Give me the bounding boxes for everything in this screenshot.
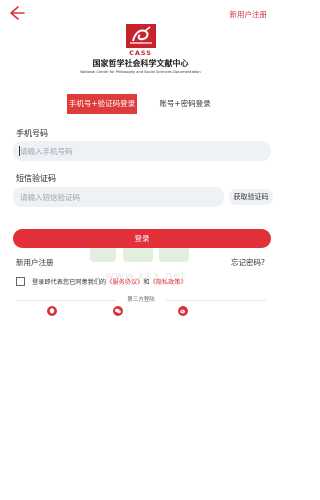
divider-left	[16, 300, 116, 301]
sms-code-input[interactable]	[13, 187, 224, 207]
phone-input[interactable]	[13, 141, 271, 161]
forgot-password-link[interactable]: 忘记密码?	[231, 257, 265, 268]
service-agreement-link[interactable]: 《服务协议》	[106, 279, 143, 286]
tab-phone-code[interactable]: 手机号+验证码登录	[67, 94, 137, 114]
qq-icon[interactable]	[47, 306, 57, 316]
phone-label: 手机号码	[16, 129, 48, 138]
privacy-policy-link[interactable]: 《隐私政策》	[150, 279, 187, 286]
weibo-icon[interactable]	[178, 306, 188, 316]
register-link-top[interactable]: 新用户注册	[230, 9, 268, 20]
logo-block: CASS 国家哲学社会科学文献中心 National Center for Ph…	[0, 22, 281, 74]
divider-right	[166, 300, 266, 301]
third-party-divider: 第三方登陆	[16, 295, 266, 305]
tab-account-password[interactable]: 账号+密码登录	[150, 94, 220, 114]
login-tabs: 手机号+验证码登录 账号+密码登录	[0, 94, 281, 116]
agree-checkbox[interactable]	[16, 277, 25, 286]
wechat-icon[interactable]	[113, 306, 123, 316]
brand-text: CASS	[129, 49, 152, 57]
third-party-label: 第三方登陆	[127, 297, 155, 303]
agreement-row: 登录即代表您已同意我们的《服务协议》和《隐私政策》	[16, 276, 276, 288]
register-link[interactable]: 新用户注册	[16, 257, 54, 268]
back-arrow-icon[interactable]	[6, 4, 26, 22]
sms-code-label: 短信验证码	[16, 174, 56, 183]
agreement-text: 登录即代表您已同意我们的《服务协议》和《隐私政策》	[32, 277, 187, 286]
org-name-cn: 国家哲学社会科学文献中心	[92, 59, 189, 68]
text-caret	[19, 146, 20, 156]
login-button[interactable]: 登录	[13, 229, 271, 248]
get-code-button[interactable]: 获取验证码	[229, 189, 273, 205]
cass-logo-icon	[125, 24, 156, 48]
org-name-en: National Center for Philosophy and Socia…	[80, 70, 201, 74]
agreement-prefix: 登录即代表您已同意我们的	[32, 279, 107, 286]
